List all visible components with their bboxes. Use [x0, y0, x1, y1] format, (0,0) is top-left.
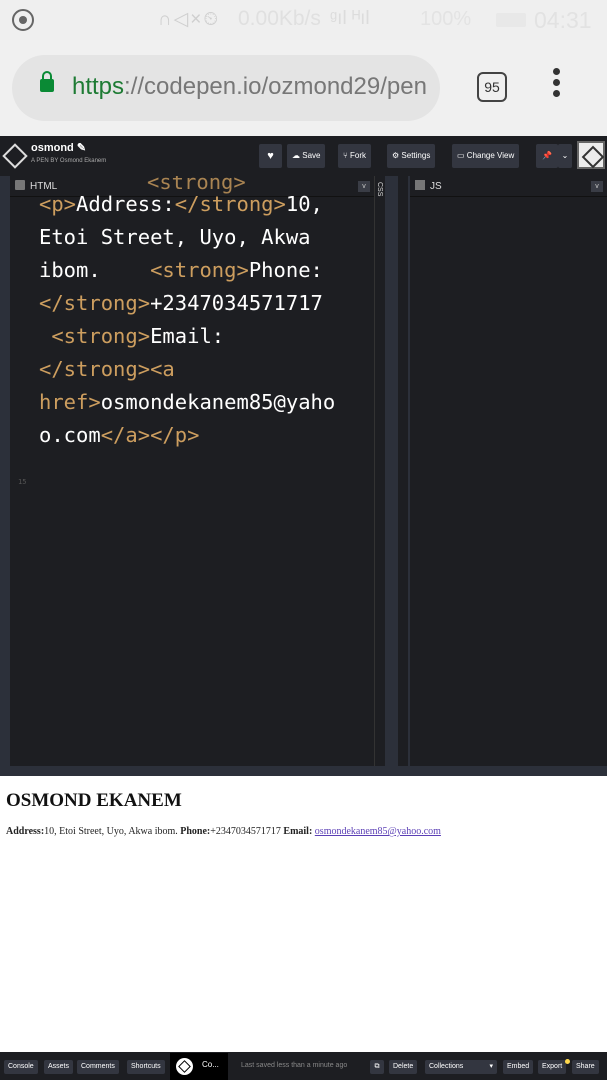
collections-dropdown[interactable]: Collections ▾ — [425, 1060, 497, 1074]
address-label: Address: — [6, 826, 45, 837]
tab-switcher-button[interactable]: 95 — [477, 72, 507, 102]
user-avatar[interactable] — [577, 141, 605, 169]
code-token: Etoi Street, Uyo, Akwa — [39, 225, 311, 249]
code-token: o.com — [39, 423, 101, 447]
save-label: Save — [302, 151, 321, 160]
signal-icon: ᵍıl ᴴıl — [330, 8, 370, 29]
fork-label: Fork — [350, 151, 367, 160]
line-number: 15 — [18, 478, 27, 486]
shortcuts-button[interactable]: Shortcuts — [127, 1060, 165, 1074]
save-button[interactable]: ☁ Save — [287, 144, 326, 168]
js-pane-header: JS v — [410, 176, 607, 197]
status-time: 04:31 — [534, 7, 592, 33]
codepen-header: osmond ✎ A PEN BY Osmond Ekanem ♥ ☁ Save… — [0, 136, 607, 176]
pen-title[interactable]: osmond ✎ — [31, 141, 86, 154]
pin-dropdown-chevron-icon[interactable]: ⌄ — [558, 144, 572, 168]
android-status-bar: ∩◁×⏲ 0.00Kb/s ᵍıl ᴴıl 100% 04:31 — [0, 0, 607, 40]
preview-contact-paragraph: Address:10, Etoi Street, Uyo, Akwa ibom.… — [6, 826, 441, 837]
js-pane-chevron-down-icon[interactable]: v — [591, 181, 603, 192]
network-speed: 0.00Kb/s — [238, 7, 321, 30]
preview-resizer[interactable] — [0, 766, 607, 776]
codepen-footer: Console Assets Comments Shortcuts Co... … — [0, 1052, 607, 1080]
code-token: ibom. — [39, 258, 151, 282]
pane-divider[interactable] — [385, 176, 398, 766]
js-pane-label: JS — [430, 181, 442, 192]
code-token: </strong> — [39, 291, 151, 315]
fork-icon: ⑂ — [343, 151, 348, 160]
status-icons: ∩◁×⏲ — [158, 9, 221, 30]
codepen-logo-icon[interactable] — [2, 143, 28, 169]
css-pane-collapsed[interactable]: CSS — [374, 176, 385, 766]
chevron-down-icon: ▾ — [489, 1063, 493, 1070]
fork-button[interactable]: ⑂ Fork — [338, 144, 372, 168]
code-token: <strong> — [39, 324, 151, 348]
change-view-button[interactable]: ▭ Change View — [452, 144, 520, 168]
css-pane-label: CSS — [376, 182, 383, 197]
change-view-label: Change View — [466, 151, 515, 160]
code-token: </strong><a — [39, 357, 175, 381]
js-settings-icon[interactable] — [415, 180, 425, 190]
gear-icon: ⚙ — [392, 151, 400, 160]
url-text[interactable]: https://codepen.io/ozmond29/pen — [72, 73, 427, 101]
delete-button[interactable]: Delete — [389, 1060, 418, 1074]
html-editor-pane[interactable]: HTML v <strong> <p>Address:</strong>10, E… — [10, 176, 374, 766]
email-link[interactable]: osmondekanem85@yahoo.com — [315, 826, 441, 837]
email-label: Email: — [283, 826, 313, 837]
code-token: href> — [39, 390, 101, 414]
whatsapp-notification-icon — [12, 9, 34, 31]
js-settings-strip — [398, 176, 408, 766]
settings-label: Settings — [401, 151, 431, 160]
code-token: <p> — [39, 192, 77, 216]
comments-button[interactable]: Comments — [77, 1060, 119, 1074]
code-token: Email: — [150, 324, 225, 348]
code-token: 10, — [285, 192, 323, 216]
browser-menu-icon[interactable] — [553, 68, 561, 104]
console-button[interactable]: Console — [4, 1060, 38, 1074]
settings-button[interactable]: ⚙ Settings — [387, 144, 436, 168]
codepen-footer-logo[interactable]: Co... — [170, 1053, 228, 1080]
pencil-icon[interactable]: ✎ — [77, 142, 86, 154]
url-bar[interactable]: https://codepen.io/ozmond29/pen — [12, 55, 440, 121]
codepen-logo-icon — [176, 1058, 193, 1075]
external-link-icon[interactable]: ⧉ — [370, 1060, 384, 1074]
js-editor-pane[interactable]: JS v — [410, 176, 607, 766]
lock-icon — [40, 71, 54, 92]
code-token: +2347034571717 — [150, 291, 323, 315]
phone-label: Phone: — [180, 826, 211, 837]
battery-percent: 100% — [420, 8, 472, 30]
code-token: Phone: — [248, 258, 323, 282]
editor-area: HTML v <strong> <p>Address:</strong>10, E… — [0, 176, 607, 776]
result-preview: OSMOND EKANEM Address:10, Etoi Street, U… — [0, 776, 607, 1052]
cloud-icon: ☁ — [292, 151, 300, 160]
pen-title-text: osmond — [31, 142, 74, 154]
preview-heading: OSMOND EKANEM — [6, 790, 182, 811]
share-button[interactable]: Share — [572, 1060, 599, 1074]
html-code[interactable]: <strong> <p>Address:</strong>10, Etoi Str… — [39, 176, 367, 452]
code-token: osmondekanem85@yaho — [100, 390, 336, 414]
address-value: 10, Etoi Street, Uyo, Akwa ibom. — [44, 826, 178, 837]
battery-icon — [496, 13, 526, 27]
browser-toolbar: https://codepen.io/ozmond29/pen 95 — [0, 40, 607, 136]
embed-button[interactable]: Embed — [503, 1060, 534, 1074]
heart-button[interactable]: ♥ — [259, 144, 282, 168]
phone-value: +2347034571717 — [210, 826, 281, 837]
footer-logo-text: Co... — [202, 1060, 219, 1069]
pen-byline: A PEN BY Osmond Ekanem — [31, 158, 107, 164]
code-token: <strong> — [147, 176, 246, 194]
html-settings-icon[interactable] — [15, 180, 25, 190]
save-status: Last saved less than a minute ago — [241, 1062, 348, 1069]
url-path: ://codepen.io/ozmond29/pen — [124, 73, 427, 100]
notification-dot — [565, 1059, 570, 1064]
code-token: <strong> — [150, 258, 249, 282]
export-button[interactable]: Export — [538, 1060, 567, 1074]
pin-button[interactable]: 📌 — [536, 144, 558, 168]
code-token: </a></p> — [100, 423, 200, 447]
collections-label: Collections — [429, 1063, 464, 1070]
assets-button[interactable]: Assets — [44, 1060, 74, 1074]
layout-icon: ▭ — [457, 151, 465, 160]
url-protocol: https — [72, 73, 125, 100]
